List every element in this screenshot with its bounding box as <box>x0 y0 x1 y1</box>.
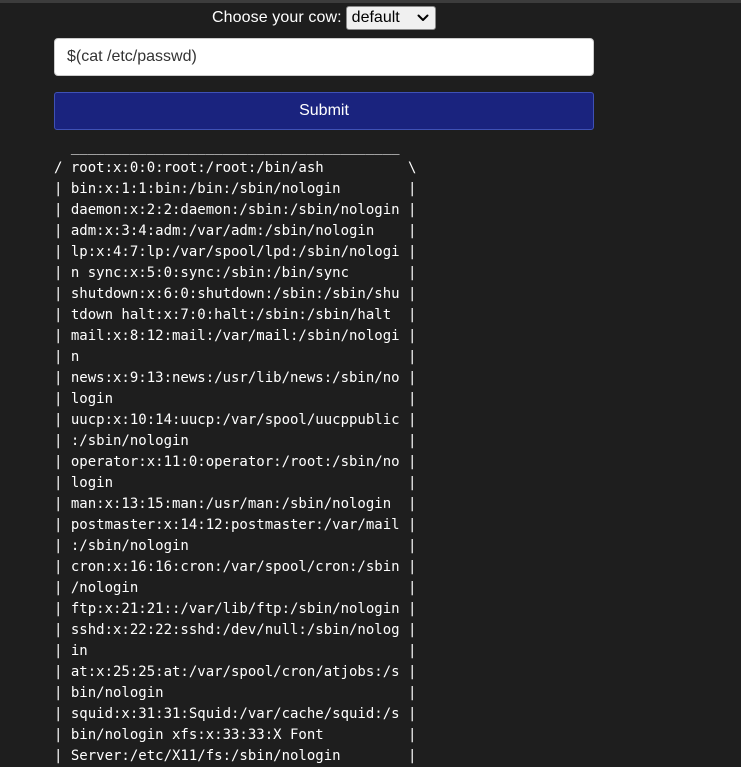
output-line: | ftp:x:21:21::/var/lib/ftp:/sbin/nologi… <box>54 601 417 617</box>
output-line: | in | <box>54 643 417 659</box>
command-input-value: $(cat /etc/passwd) <box>67 48 197 65</box>
output-line: | n | <box>54 349 417 365</box>
output-line: | sshd:x:22:22:sshd:/dev/null:/sbin/nolo… <box>54 622 417 638</box>
command-input[interactable]: $(cat /etc/passwd) <box>54 38 594 76</box>
output-line: | bin/nologin xfs:x:33:33:X Font | <box>54 727 417 743</box>
output-line: | squid:x:31:31:Squid:/var/cache/squid:/… <box>54 706 417 722</box>
output-line: | daemon:x:2:2:daemon:/sbin:/sbin/nologi… <box>54 202 417 218</box>
output-line: | cron:x:16:16:cron:/var/spool/cron:/sbi… <box>54 559 417 575</box>
output-line: | at:x:25:25:at:/var/spool/cron/atjobs:/… <box>54 664 417 680</box>
output-line: | Server:/etc/X11/fs:/sbin/nologin | <box>54 748 417 764</box>
output-line: | news:x:9:13:news:/usr/lib/news:/sbin/n… <box>54 370 417 386</box>
cow-select-value: default <box>351 8 400 26</box>
cow-label: Choose your cow: <box>212 8 342 26</box>
output-line: / root:x:0:0:root:/root:/bin/ash \ <box>54 160 417 176</box>
chevron-down-icon <box>417 14 429 21</box>
output-line: | n sync:x:5:0:sync:/sbin:/bin/sync | <box>54 265 417 281</box>
output-line: | login | <box>54 391 417 407</box>
output-line: | man:x:13:15:man:/usr/man:/sbin/nologin… <box>54 496 417 512</box>
output-line: | uucp:x:10:14:uucp:/var/spool/uucppubli… <box>54 412 417 428</box>
submit-button[interactable]: Submit <box>54 92 594 130</box>
output-line: | :/sbin/nologin | <box>54 433 417 449</box>
submit-button-label: Submit <box>299 102 349 119</box>
output-line: | lp:x:4:7:lp:/var/spool/lpd:/sbin/nolog… <box>54 244 417 260</box>
output-line: | bin/nologin | <box>54 685 417 701</box>
output-line: | bin:x:1:1:bin:/bin:/sbin/nologin | <box>54 181 417 197</box>
output-line: | shutdown:x:6:0:shutdown:/sbin:/sbin/sh… <box>54 286 417 302</box>
output-line: | login | <box>54 475 417 491</box>
cow-chooser: Choose your cow: default <box>212 5 436 30</box>
output-line: | /nologin | <box>54 580 417 596</box>
output-line: | operator:x:11:0:operator:/root:/sbin/n… <box>54 454 417 470</box>
cow-select[interactable]: default <box>345 5 436 30</box>
output-line: | tdown halt:x:7:0:halt:/sbin:/sbin/halt… <box>54 307 417 323</box>
cowsay-output: _______________________________________ /… <box>54 137 416 767</box>
top-divider <box>0 0 741 3</box>
output-line: _______________________________________ <box>54 139 400 155</box>
output-line: | mail:x:8:12:mail:/var/mail:/sbin/nolog… <box>54 328 417 344</box>
output-line: | postmaster:x:14:12:postmaster:/var/mai… <box>54 517 417 533</box>
output-line: | adm:x:3:4:adm:/var/adm:/sbin/nologin | <box>54 223 417 239</box>
output-line: | :/sbin/nologin | <box>54 538 417 554</box>
